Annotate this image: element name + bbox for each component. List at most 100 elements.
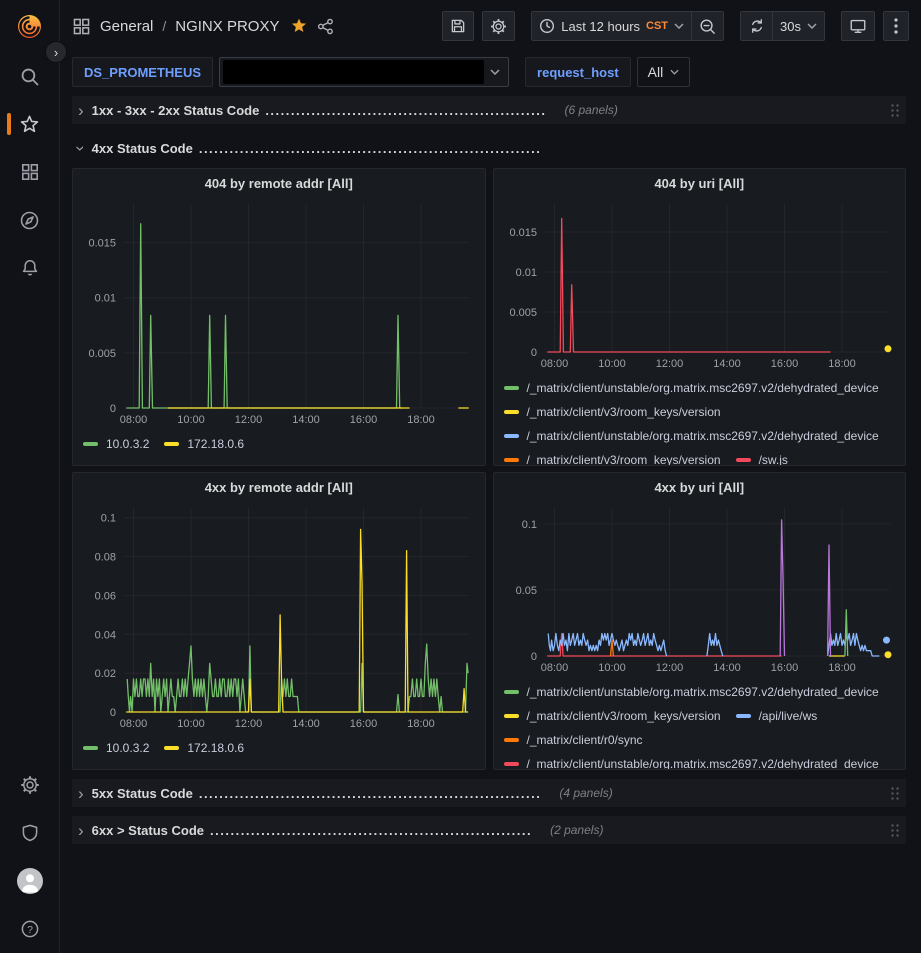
kebab-menu-button[interactable] bbox=[883, 11, 909, 41]
variable-ds-label: DS_PROMETHEUS bbox=[72, 57, 213, 87]
svg-text:0.02: 0.02 bbox=[95, 668, 116, 680]
refresh-controls: 30s bbox=[740, 11, 825, 41]
panel-title[interactable]: 404 by remote addr [All] bbox=[73, 169, 485, 197]
legend-label: /sw.js bbox=[759, 448, 788, 465]
row-4xx[interactable]: › 4xx Status Code ......................… bbox=[72, 134, 906, 162]
breadcrumb-dashboard-title[interactable]: NGINX PROXY bbox=[175, 18, 279, 35]
share-icon[interactable] bbox=[317, 18, 334, 35]
timeseries-chart[interactable]: 00.050.108:0010:0012:0014:0016:0018:00 bbox=[499, 501, 901, 677]
sidebar-item-profile[interactable] bbox=[0, 857, 59, 905]
legend-item[interactable]: /_matrix/client/v3/room_keys/version bbox=[504, 448, 721, 465]
panel-404-by-uri: 404 by uri [All] 00.0050.010.01508:0010:… bbox=[493, 168, 907, 466]
panel-404-by-remote-addr: 404 by remote addr [All] 00.0050.010.015… bbox=[72, 168, 486, 466]
panel-title[interactable]: 404 by uri [All] bbox=[494, 169, 906, 197]
sidebar-expand-button[interactable]: › bbox=[45, 41, 67, 63]
legend: /_matrix/client/unstable/org.matrix.msc2… bbox=[494, 373, 906, 465]
svg-text:08:00: 08:00 bbox=[540, 662, 568, 674]
refresh-button[interactable] bbox=[740, 11, 772, 41]
timeseries-chart[interactable]: 00.020.040.060.080.108:0010:0012:0014:00… bbox=[78, 501, 480, 733]
variable-host-value-dropdown[interactable]: All bbox=[637, 57, 691, 87]
svg-text:0.005: 0.005 bbox=[509, 307, 537, 319]
svg-text:12:00: 12:00 bbox=[235, 414, 263, 426]
legend-label: 172.18.0.6 bbox=[187, 736, 244, 760]
legend-item[interactable]: 172.18.0.6 bbox=[164, 736, 244, 760]
row-6xx[interactable]: › 6xx > Status Code ....................… bbox=[72, 816, 906, 844]
refresh-interval-dropdown[interactable]: 30s bbox=[772, 11, 825, 41]
row-title-dots: ........................................… bbox=[210, 823, 532, 838]
row-drag-handle[interactable] bbox=[890, 103, 900, 118]
row-1xx-3xx-2xx[interactable]: › 1xx - 3xx - 2xx Status Code ..........… bbox=[72, 96, 906, 124]
save-icon bbox=[450, 18, 466, 34]
legend-item[interactable]: /sw.js bbox=[736, 448, 788, 465]
sidebar-item-dashboards[interactable] bbox=[0, 148, 59, 196]
time-range-label: Last 12 hours bbox=[561, 19, 640, 34]
svg-text:12:00: 12:00 bbox=[235, 718, 263, 730]
legend-item[interactable]: /_matrix/client/r0/sync bbox=[504, 728, 643, 752]
svg-text:14:00: 14:00 bbox=[713, 358, 741, 370]
legend-label: /_matrix/client/v3/room_keys/version bbox=[527, 448, 721, 465]
row-title-dots: ........................................… bbox=[265, 103, 546, 118]
svg-text:14:00: 14:00 bbox=[713, 662, 741, 674]
zoom-out-time-button[interactable] bbox=[691, 11, 724, 41]
breadcrumb-section[interactable]: General bbox=[100, 18, 153, 35]
legend-item[interactable]: /_matrix/client/unstable/org.matrix.msc2… bbox=[504, 376, 879, 400]
svg-text:18:00: 18:00 bbox=[407, 414, 435, 426]
time-controls: Last 12 hours CST bbox=[531, 11, 724, 41]
legend-item[interactable]: /_matrix/client/unstable/org.matrix.msc2… bbox=[504, 680, 879, 704]
panel-title[interactable]: 4xx by remote addr [All] bbox=[73, 473, 485, 501]
svg-text:16:00: 16:00 bbox=[770, 662, 798, 674]
row-drag-handle[interactable] bbox=[890, 823, 900, 838]
time-range-picker[interactable]: Last 12 hours CST bbox=[531, 11, 691, 41]
panel-title[interactable]: 4xx by uri [All] bbox=[494, 473, 906, 501]
legend-item[interactable]: /_matrix/client/v3/room_keys/version bbox=[504, 704, 721, 728]
variable-host-value: All bbox=[648, 64, 664, 80]
legend-item[interactable]: 10.0.3.2 bbox=[83, 432, 149, 456]
legend-label: 10.0.3.2 bbox=[106, 432, 149, 456]
timeseries-chart[interactable]: 00.0050.010.01508:0010:0012:0014:0016:00… bbox=[78, 197, 480, 429]
tv-mode-button[interactable] bbox=[841, 11, 875, 41]
header: General / NGINX PROXY Last 12 hours bbox=[60, 0, 921, 52]
header-toolbar: Last 12 hours CST 30s bbox=[442, 11, 909, 41]
sidebar-item-server-admin[interactable] bbox=[0, 809, 59, 857]
legend: /_matrix/client/unstable/org.matrix.msc2… bbox=[494, 677, 906, 769]
search-icon bbox=[19, 66, 40, 87]
sidebar-item-explore[interactable] bbox=[0, 196, 59, 244]
legend-item[interactable]: /_matrix/client/v3/room_keys/version bbox=[504, 400, 721, 424]
row-panel-count: (2 panels) bbox=[550, 823, 603, 837]
svg-text:16:00: 16:00 bbox=[770, 358, 798, 370]
sidebar-item-help[interactable]: ? bbox=[0, 905, 59, 953]
legend-item[interactable]: 172.18.0.6 bbox=[164, 432, 244, 456]
legend-item[interactable]: /api/live/ws bbox=[736, 704, 818, 728]
svg-text:0.01: 0.01 bbox=[95, 293, 116, 305]
gear-icon bbox=[20, 775, 40, 795]
dashboard-settings-button[interactable] bbox=[482, 11, 515, 41]
chevron-right-icon: › bbox=[78, 785, 84, 802]
timeseries-chart[interactable]: 00.0050.010.01508:0010:0012:0014:0016:00… bbox=[499, 197, 901, 373]
svg-text:0: 0 bbox=[110, 403, 116, 415]
legend-item[interactable]: /_matrix/client/unstable/org.matrix.msc2… bbox=[504, 752, 879, 769]
row-drag-handle[interactable] bbox=[890, 786, 900, 801]
legend-swatch bbox=[504, 434, 519, 438]
sidebar-item-configuration[interactable] bbox=[0, 761, 59, 809]
legend-item[interactable]: /_matrix/client/unstable/org.matrix.msc2… bbox=[504, 424, 879, 448]
legend-item[interactable]: 10.0.3.2 bbox=[83, 736, 149, 760]
timezone-label: CST bbox=[646, 20, 668, 32]
legend-swatch bbox=[736, 714, 751, 718]
row-title-dots: ........................................… bbox=[199, 141, 542, 156]
legend-label: /_matrix/client/unstable/org.matrix.msc2… bbox=[527, 680, 879, 704]
tv-icon bbox=[849, 17, 867, 35]
star-filled-icon[interactable] bbox=[290, 17, 308, 35]
refresh-icon bbox=[749, 18, 765, 34]
sidebar-item-starred[interactable] bbox=[0, 100, 59, 148]
variables-submenu: DS_PROMETHEUS request_host All bbox=[60, 52, 921, 92]
svg-text:0: 0 bbox=[530, 651, 536, 663]
row-5xx[interactable]: › 5xx Status Code ......................… bbox=[72, 779, 906, 807]
variable-ds-value-dropdown[interactable] bbox=[219, 57, 509, 87]
sidebar-item-alerting[interactable] bbox=[0, 244, 59, 292]
chevron-down-icon bbox=[674, 23, 684, 29]
refresh-interval-label: 30s bbox=[780, 19, 801, 34]
svg-text:10:00: 10:00 bbox=[598, 662, 626, 674]
save-dashboard-button[interactable] bbox=[442, 11, 474, 41]
legend-label: /api/live/ws bbox=[759, 704, 818, 728]
chevron-right-icon: › bbox=[78, 102, 84, 119]
